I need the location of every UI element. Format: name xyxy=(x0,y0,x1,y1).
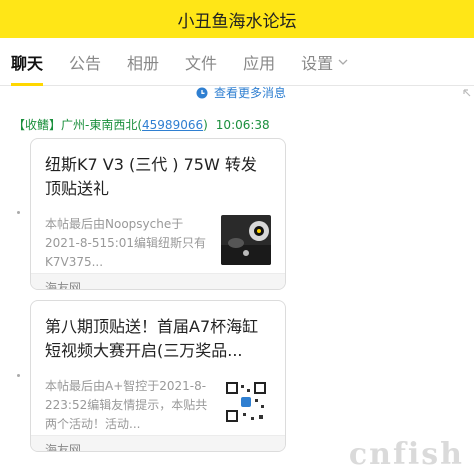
card-description: 本帖最后由A+智控于2021-8-223:52编辑友情提示，本贴共两个活动！活动… xyxy=(45,379,208,431)
watermark: cnfish xyxy=(348,437,464,472)
message-time: 10:06:38 xyxy=(215,118,270,132)
title-bar: 小丑鱼海水论坛 xyxy=(0,0,474,38)
tab-label: 公告 xyxy=(69,53,102,73)
window-title: 小丑鱼海水论坛 xyxy=(177,11,297,32)
tab-label: 设置 xyxy=(301,53,334,73)
tab-album[interactable]: 相册 xyxy=(127,38,159,86)
card-thumbnail-light xyxy=(221,215,271,265)
tab-files[interactable]: 文件 xyxy=(185,38,217,86)
tab-chat[interactable]: 聊天 xyxy=(11,38,44,86)
tab-label: 相册 xyxy=(127,53,160,73)
sender-tag: 【收鳍】 xyxy=(13,118,62,132)
tab-apps[interactable]: 应用 xyxy=(243,38,275,86)
card-description: 本帖最后由Noopsyche于2021-8-515:01编辑纽斯只有K7V375… xyxy=(45,217,207,269)
view-more-messages-link[interactable]: 查看更多消息 xyxy=(196,84,286,101)
clock-icon xyxy=(196,87,208,98)
card-thumbnail-qr xyxy=(221,377,271,427)
view-more-messages-label: 查看更多消息 xyxy=(214,86,287,100)
tab-announcements[interactable]: 公告 xyxy=(69,38,101,86)
message-bullet xyxy=(17,374,20,377)
card-source: 海友网 xyxy=(31,273,285,289)
card-title: 纽斯K7 V3 (三代 ) 75W 转发顶贴送礼 xyxy=(45,155,257,198)
tab-bar: 聊天 公告 相册 文件 应用 设置 xyxy=(0,38,474,86)
sender-close: ) xyxy=(203,118,208,132)
card-body: 本帖最后由A+智控于2021-8-223:52编辑友情提示，本贴共两个活动！活动… xyxy=(31,377,285,435)
card-source: 海友网 xyxy=(31,435,285,451)
card-body: 本帖最后由Noopsyche于2021-8-515:01编辑纽斯只有K7V375… xyxy=(31,215,285,273)
tab-label: 文件 xyxy=(185,53,218,73)
sender-name: 广州-東南西北( xyxy=(61,118,143,132)
tab-settings[interactable]: 设置 xyxy=(301,38,348,86)
tab-label: 聊天 xyxy=(11,53,44,73)
sender-qq-link[interactable]: 45989066 xyxy=(142,118,203,132)
chevron-down-icon xyxy=(338,59,348,65)
card-title: 第八期顶贴送！首届A7杯海缸短视频大赛开启(三万奖品... xyxy=(45,317,259,360)
scroll-up-icon[interactable] xyxy=(462,88,472,98)
tab-label: 应用 xyxy=(243,53,276,73)
message-sender: 【收鳍】广州-東南西北(45989066) 10:06:38 xyxy=(13,116,270,133)
share-card[interactable]: 第八期顶贴送！首届A7杯海缸短视频大赛开启(三万奖品... 本帖最后由A+智控于… xyxy=(30,300,286,452)
message-bullet xyxy=(17,211,20,214)
share-card[interactable]: 纽斯K7 V3 (三代 ) 75W 转发顶贴送礼 本帖最后由Noopsyche于… xyxy=(30,138,286,290)
